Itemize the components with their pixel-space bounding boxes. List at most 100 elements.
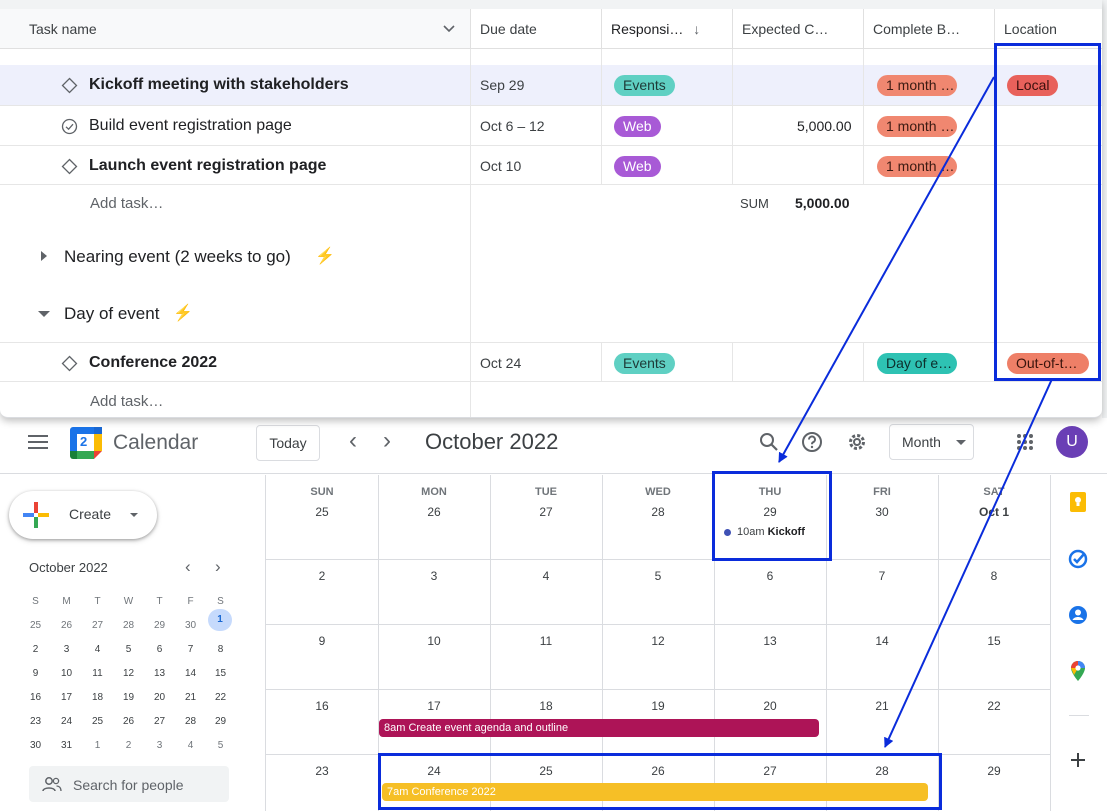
apps-grid-icon[interactable] xyxy=(1016,433,1034,451)
day-cell-number[interactable]: 20 xyxy=(714,699,826,713)
chevron-right-icon[interactable]: › xyxy=(383,427,391,455)
due-date[interactable]: Oct 24 xyxy=(480,343,521,383)
day-cell-number[interactable]: 5 xyxy=(602,569,714,583)
day-cell-number[interactable]: 4 xyxy=(490,569,602,583)
caret-right-icon[interactable] xyxy=(39,250,49,262)
mini-day[interactable]: 20 xyxy=(144,692,175,703)
mini-day[interactable]: 26 xyxy=(51,620,82,631)
day-cell-number[interactable]: 9 xyxy=(266,634,378,648)
due-date[interactable]: Oct 10 xyxy=(480,146,521,186)
day-cell-number[interactable]: 29 xyxy=(938,764,1050,778)
help-icon[interactable] xyxy=(801,431,823,453)
day-cell-number[interactable]: 2 xyxy=(266,569,378,583)
contacts-icon[interactable] xyxy=(1067,604,1089,626)
mini-day[interactable]: 7 xyxy=(175,644,206,655)
hamburger-menu-icon[interactable] xyxy=(28,435,48,449)
mini-day[interactable]: 12 xyxy=(113,668,144,679)
mini-day[interactable]: 1 xyxy=(82,740,113,751)
tasks-icon[interactable] xyxy=(1067,548,1089,570)
search-people-input[interactable]: Search for people xyxy=(29,766,229,802)
day-cell-number[interactable]: 18 xyxy=(490,699,602,713)
chevron-down-icon[interactable] xyxy=(443,24,455,34)
sort-arrow-icon[interactable]: ↓ xyxy=(693,21,700,37)
mini-prev-icon[interactable]: ‹ xyxy=(185,557,191,577)
due-date[interactable]: Sep 29 xyxy=(480,65,524,105)
mini-day[interactable]: 11 xyxy=(82,668,113,679)
add-addon-icon[interactable] xyxy=(1067,749,1089,771)
day-cell-number[interactable]: 25 xyxy=(266,505,378,519)
day-cell-number[interactable]: 26 xyxy=(378,505,490,519)
column-header-location[interactable]: Location xyxy=(995,9,1102,49)
day-cell-number[interactable]: 30 xyxy=(826,505,938,519)
mini-day[interactable]: 9 xyxy=(20,668,51,679)
mini-day[interactable]: 30 xyxy=(20,740,51,751)
day-cell-number[interactable]: 12 xyxy=(602,634,714,648)
table-row[interactable]: Launch event registration page Oct 10 We… xyxy=(0,145,1102,185)
day-cell-number[interactable]: 28 xyxy=(826,764,938,778)
column-header-due-date[interactable]: Due date xyxy=(471,9,602,49)
day-cell-number[interactable]: 10 xyxy=(378,634,490,648)
day-cell-number[interactable]: 19 xyxy=(602,699,714,713)
mini-day[interactable]: 4 xyxy=(82,644,113,655)
mini-day[interactable]: 8 xyxy=(205,644,236,655)
complete-by-chip[interactable]: 1 month … xyxy=(877,75,957,96)
responsible-chip[interactable]: Web xyxy=(614,156,661,177)
day-cell-number[interactable]: 6 xyxy=(714,569,826,583)
column-header-complete[interactable]: Complete B… xyxy=(864,9,995,49)
day-cell-number[interactable]: 17 xyxy=(378,699,490,713)
day-cell-number[interactable]: 16 xyxy=(266,699,378,713)
mini-day[interactable]: 22 xyxy=(205,692,236,703)
mini-day[interactable]: 28 xyxy=(113,620,144,631)
complete-by-chip[interactable]: 1 month … xyxy=(877,156,957,177)
day-cell-number[interactable]: 27 xyxy=(490,505,602,519)
mini-day[interactable]: 29 xyxy=(205,716,236,727)
location-chip[interactable]: Out-of-t… xyxy=(1007,353,1089,374)
mini-day[interactable]: 3 xyxy=(51,644,82,655)
task-name[interactable]: Launch event registration page xyxy=(89,146,326,186)
mini-day[interactable]: 25 xyxy=(20,620,51,631)
today-button[interactable]: Today xyxy=(256,425,320,461)
event-kickoff[interactable]: 10am Kickoff xyxy=(724,526,805,538)
milestone-diamond-icon[interactable] xyxy=(61,355,78,372)
event-conference[interactable]: 7am Conference 2022 xyxy=(382,783,928,801)
mini-day[interactable]: 10 xyxy=(51,668,82,679)
mini-day[interactable]: 27 xyxy=(144,716,175,727)
view-select[interactable]: Month xyxy=(889,424,974,460)
day-cell-number[interactable]: 11 xyxy=(490,634,602,648)
day-cell-number[interactable]: 3 xyxy=(378,569,490,583)
mini-next-icon[interactable]: › xyxy=(215,557,221,577)
day-cell-number[interactable]: 25 xyxy=(490,764,602,778)
complete-by-chip[interactable]: 1 month … xyxy=(877,116,957,137)
caret-down-icon[interactable] xyxy=(37,309,51,319)
day-cell-number[interactable]: 15 xyxy=(938,634,1050,648)
day-cell-number[interactable]: 8 xyxy=(938,569,1050,583)
responsible-chip[interactable]: Events xyxy=(614,75,675,96)
mini-day[interactable]: 1 xyxy=(208,609,232,631)
section-title-nearing-event[interactable]: Nearing event (2 weeks to go) xyxy=(64,242,291,272)
mini-day[interactable]: 29 xyxy=(144,620,175,631)
mini-day[interactable]: 15 xyxy=(205,668,236,679)
day-cell-number[interactable]: 23 xyxy=(266,764,378,778)
task-name[interactable]: Conference 2022 xyxy=(89,343,217,383)
mini-day[interactable]: 24 xyxy=(51,716,82,727)
due-date[interactable]: Oct 6 – 12 xyxy=(480,106,545,146)
mini-day[interactable]: 14 xyxy=(175,668,206,679)
mini-day[interactable]: 21 xyxy=(175,692,206,703)
mini-day[interactable]: 25 xyxy=(82,716,113,727)
table-row[interactable]: Conference 2022 Oct 24 Events Day of e… … xyxy=(0,342,1102,382)
keep-icon[interactable] xyxy=(1067,491,1089,513)
complete-by-chip[interactable]: Day of e… xyxy=(877,353,957,374)
avatar[interactable]: U xyxy=(1056,426,1088,458)
check-circle-icon[interactable] xyxy=(61,118,78,135)
mini-day[interactable]: 17 xyxy=(51,692,82,703)
mini-day[interactable]: 3 xyxy=(144,740,175,751)
location-chip[interactable]: Local xyxy=(1007,75,1059,96)
mini-day[interactable]: 16 xyxy=(20,692,51,703)
mini-day[interactable]: 30 xyxy=(175,620,206,631)
day-cell-number[interactable]: 29 xyxy=(714,505,826,519)
mini-day[interactable]: 5 xyxy=(113,644,144,655)
task-name[interactable]: Build event registration page xyxy=(89,106,292,146)
column-header-task-name[interactable]: Task name xyxy=(0,9,471,49)
mini-day[interactable]: 19 xyxy=(113,692,144,703)
add-task-button[interactable]: Add task… xyxy=(90,184,163,224)
